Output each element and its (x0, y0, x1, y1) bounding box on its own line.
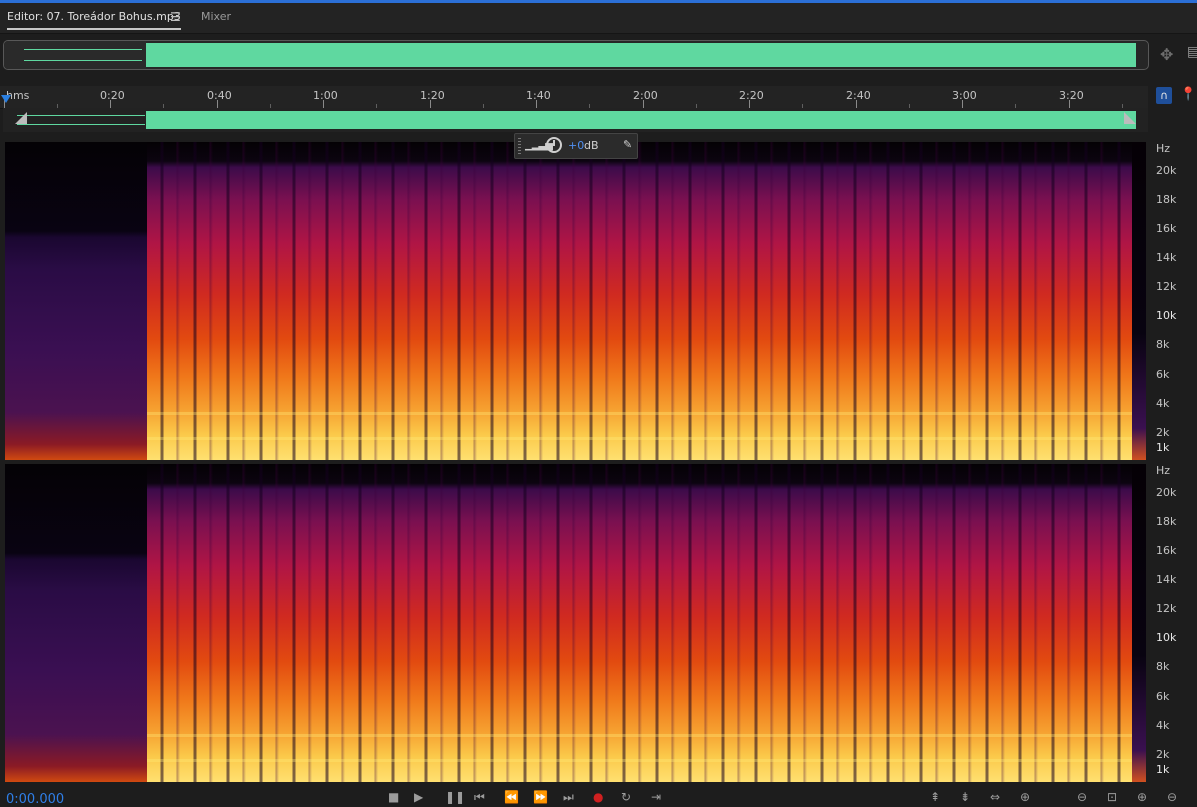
spectrogram-channel-2[interactable] (5, 464, 1146, 782)
zoom-in-icon[interactable]: ⊕ (1137, 790, 1147, 804)
hud-gain-value[interactable]: +0 (568, 139, 584, 152)
hz-label: 20k (1156, 486, 1177, 499)
hz-label: 6k (1156, 368, 1170, 381)
hud-drag-grip[interactable] (518, 138, 521, 154)
ruler-tick (110, 100, 111, 108)
ruler-tick (430, 100, 431, 108)
hz-label: 1k (1156, 763, 1170, 776)
snap-icon[interactable]: ∩ (1156, 87, 1172, 104)
spectrogram-intro-region (5, 142, 147, 460)
hz-label: 6k (1156, 690, 1170, 703)
spectrogram-band (147, 734, 1132, 737)
ruler-tick (749, 100, 750, 108)
ruler-label: 1:00 (313, 89, 338, 102)
pause-icon[interactable]: ❚❚ (445, 790, 465, 804)
hud-gain-unit: dB (584, 139, 599, 152)
ruler-label: 2:00 (633, 89, 658, 102)
hz-label: 20k (1156, 164, 1177, 177)
hz-label: 16k (1156, 544, 1177, 557)
hz-label: 14k (1156, 573, 1177, 586)
loop-icon[interactable]: ↻ (621, 790, 631, 804)
stop-icon[interactable]: ■ (388, 790, 399, 804)
spectrogram-band (147, 437, 1132, 440)
go-to-start-icon[interactable]: ⏮ (474, 790, 485, 805)
hz-unit-label: Hz (1156, 142, 1171, 155)
spectrogram-tail (1132, 142, 1146, 460)
hz-unit-label: Hz (1156, 464, 1171, 477)
zoom-out-time-icon[interactable]: ⊖ (1077, 790, 1087, 804)
spectrogram-band (147, 412, 1132, 415)
fast-forward-icon[interactable]: ⏩ (533, 790, 548, 804)
record-icon[interactable]: ● (593, 790, 603, 804)
panel-options-icon[interactable]: ▤ (1187, 44, 1197, 60)
overview-wave-line (24, 49, 142, 50)
ruler-tick (643, 100, 644, 108)
hz-label: 12k (1156, 602, 1177, 615)
zoom-selection-icon[interactable]: ⊡ (1107, 790, 1117, 804)
navigator-wave-line (17, 124, 145, 125)
ruler-tick (536, 100, 537, 108)
amplitude-hud[interactable]: ▁▂▃▅ +0 dB ✎ (514, 133, 638, 159)
hz-label: 2k (1156, 748, 1170, 761)
spectrogram-band (147, 759, 1132, 762)
panel-tab-bar: Editor: 07. Toreádor Bohus.mp3 ☰ Mixer (0, 3, 1197, 34)
ruler-tick (323, 100, 324, 108)
navigator-wave-line (17, 115, 145, 116)
tab-menu-icon[interactable]: ☰ (170, 10, 181, 24)
hz-label: 10k (1156, 309, 1177, 322)
tab-mixer[interactable]: Mixer (201, 10, 231, 23)
hz-label: 14k (1156, 251, 1177, 264)
zoom-out-amplitude-icon[interactable]: ⇟ (960, 790, 970, 804)
hz-label: 18k (1156, 515, 1177, 528)
zoom-magnet-icon[interactable]: ✥ (1160, 45, 1173, 64)
spectrogram-tail (1132, 464, 1146, 782)
frequency-scale-channel-1: Hz 20k 18k 16k 14k 12k 10k 8k 6k 4k 2k 1… (1148, 142, 1197, 460)
ruler-tick (962, 100, 963, 108)
ruler-label: 2:20 (739, 89, 764, 102)
zoom-full-icon[interactable]: ⇔ (990, 790, 1000, 804)
hz-label: 12k (1156, 280, 1177, 293)
ruler-label: 1:40 (526, 89, 551, 102)
ruler-tick (217, 100, 218, 108)
spectrogram-channel-1[interactable] (5, 142, 1146, 460)
ruler-label: 0:20 (100, 89, 125, 102)
knob-icon[interactable] (546, 137, 562, 153)
ruler-label: 1:20 (420, 89, 445, 102)
ruler-tick (856, 100, 857, 108)
zoom-navigator[interactable] (3, 108, 1148, 132)
spectrogram-intro-region (5, 464, 147, 782)
navigator-active-region (146, 111, 1136, 129)
tab-editor[interactable]: Editor: 07. Toreádor Bohus.mp3 (7, 10, 181, 30)
hz-label: 4k (1156, 397, 1170, 410)
ruler-label: 3:00 (952, 89, 977, 102)
rewind-icon[interactable]: ⏪ (504, 790, 519, 804)
zoom-in-amplitude-icon[interactable]: ⇞ (930, 790, 940, 804)
skip-selection-icon[interactable]: ⇥ (651, 790, 661, 804)
hz-label: 8k (1156, 660, 1170, 673)
hz-label: 18k (1156, 193, 1177, 206)
overview-waveform[interactable] (3, 40, 1149, 70)
hz-label: 8k (1156, 338, 1170, 351)
time-ruler[interactable]: hms 0:20 0:40 1:00 1:20 1:40 2:00 2:20 2… (0, 86, 1148, 109)
hz-label: 1k (1156, 441, 1170, 454)
overview-active-region (146, 43, 1136, 67)
ruler-label: 2:40 (846, 89, 871, 102)
ruler-label: 0:40 (207, 89, 232, 102)
hz-label: 4k (1156, 719, 1170, 732)
overview-intro-region (4, 41, 146, 69)
play-icon[interactable]: ▶ (414, 790, 423, 804)
overview-wave-line (24, 60, 142, 61)
hz-label: 16k (1156, 222, 1177, 235)
frequency-scale-channel-2: Hz 20k 18k 16k 14k 12k 10k 8k 6k 4k 2k 1… (1148, 464, 1197, 782)
pin-icon[interactable]: ✎ (623, 138, 632, 151)
ruler-label: 3:20 (1059, 89, 1084, 102)
go-to-end-icon[interactable]: ⏭ (563, 790, 574, 805)
hz-label: 2k (1156, 426, 1170, 439)
zoom-out-icon[interactable]: ⊖ (1167, 790, 1177, 804)
playhead-marker[interactable] (1, 95, 11, 103)
marker-pin-icon[interactable]: 📍 (1180, 87, 1196, 102)
zoom-in-time-icon[interactable]: ⊕ (1020, 790, 1030, 804)
ruler-tick (1069, 100, 1070, 108)
hz-label: 10k (1156, 631, 1177, 644)
